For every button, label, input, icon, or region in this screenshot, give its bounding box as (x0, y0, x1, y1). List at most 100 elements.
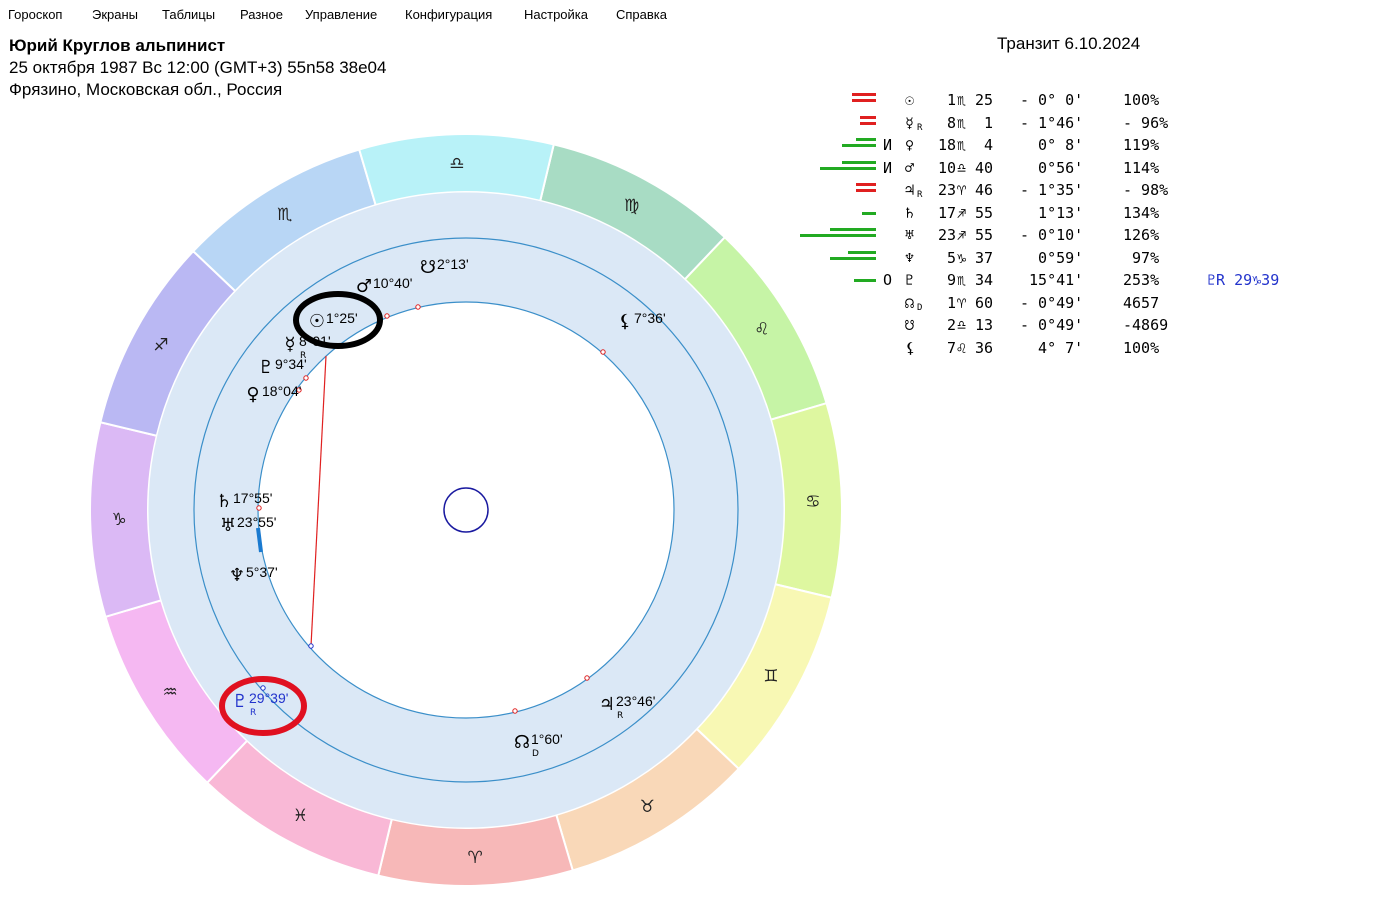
planet-row: ♅ 23 ♐ 55 - 0°10' 126% (0, 224, 1396, 246)
planet-degree: 23 (938, 181, 957, 199)
aspect-orb: 0° 8' (1020, 136, 1084, 154)
jupiter-retro-flag: R (617, 711, 623, 721)
planet-sign-icon: ♏ (957, 113, 967, 132)
uranus-position-label: 23°55' (237, 514, 276, 530)
jupiter-icon: ♃ (599, 694, 615, 715)
aspect-orb: - 1°46' (1020, 113, 1084, 132)
aspect-orb: - 0°10' (1020, 226, 1084, 244)
planet-degree: 18 (938, 136, 957, 154)
north-node-retro-flag: D (532, 749, 539, 759)
planet-sign-icon: ♎ (957, 158, 967, 177)
planet-sign-icon: ♈ (957, 181, 967, 199)
aspect-strength: 126% (1123, 226, 1160, 244)
planet-minute: 36 (975, 338, 994, 357)
aspect-orb: - 0°49' (1020, 316, 1084, 334)
planet-minute: 34 (975, 271, 994, 289)
aspect-dot (584, 675, 590, 681)
aspect-strength: 114% (1123, 158, 1160, 177)
neptune-icon: ♆ (229, 565, 245, 586)
planet-row: О ♇ 9 ♏ 34 15°41' 253% ♇R 29♑39 (0, 269, 1396, 291)
planet-sign-icon: ♐ (957, 203, 967, 222)
planet-glyph-icon: ☉ (905, 91, 915, 109)
aspect-strength: 100% (1123, 338, 1160, 357)
strength-bar (820, 166, 876, 170)
strength-bar (830, 228, 876, 231)
planet-row: ☊ D 1 ♈ 60- 0°49' 4657 (0, 292, 1396, 314)
planet-row: ♄ 17 ♐ 55 1°13' 134% (0, 202, 1396, 224)
center-circle (443, 487, 489, 533)
venus-icon: ♀ (246, 384, 259, 405)
strength-bar (860, 121, 876, 125)
strength-bar (842, 144, 876, 147)
aspect-strength: - 96% (1123, 113, 1169, 132)
transit-pluto-retro-flag: R (250, 708, 256, 718)
zodiac-glyph-taurus: ♉ (640, 797, 655, 817)
zodiac-glyph-gemini: ♊ (763, 667, 778, 687)
planet-glyph-icon: ♅ (905, 226, 915, 244)
aspect-orb: 4° 7' (1020, 338, 1084, 357)
planet-degree: 5 (938, 248, 957, 267)
planet-degree: 9 (938, 271, 957, 289)
planet-row: И ♀ 18 ♏ 4 0° 8' 119% (0, 134, 1396, 156)
planet-degree: 1 (938, 91, 957, 109)
aspect-dot (512, 708, 518, 714)
pluto-icon: ♇ (258, 357, 274, 378)
strength-bar (856, 183, 876, 186)
planet-glyph-icon: ☋ (905, 316, 915, 334)
aspect-type-mark: О (883, 271, 893, 289)
planet-minute: 37 (975, 248, 994, 267)
aspect-type-mark: И (883, 136, 893, 154)
strength-bar (842, 160, 876, 164)
aspect-orb: - 0° 0' (1020, 91, 1084, 109)
transit-planet-position: ♇R 29♑39 (1207, 271, 1280, 289)
aspect-strength: 100% (1123, 91, 1160, 109)
planet-sign-icon: ♎ (957, 316, 967, 334)
planet-degree: 23 (938, 226, 957, 244)
north-node-icon: ☊ (514, 732, 530, 753)
strength-bar (856, 138, 876, 141)
aspect-strength: 97% (1123, 248, 1160, 267)
planet-minute: 4 (975, 136, 994, 154)
zodiac-glyph-aquarius: ♒ (163, 682, 178, 702)
transit-pluto-position-label: 29°39' (249, 690, 288, 706)
planet-minute: 60 (975, 293, 994, 312)
planet-degree: 8 (938, 113, 957, 132)
planet-glyph-icon: ♀ (905, 136, 915, 154)
planet-sign-icon: ♐ (957, 226, 967, 244)
zodiac-glyph-aries: ♈ (467, 848, 482, 868)
strength-bar (854, 279, 876, 282)
aspect-orb: 1°13' (1020, 203, 1084, 222)
planet-glyph-icon: ☿ (905, 113, 915, 132)
aspect-strength: 4657 (1123, 293, 1160, 312)
planet-row: ☋ 2 ♎ 13 - 0°49' -4869 (0, 314, 1396, 336)
aspect-orb: - 1°35' (1020, 181, 1084, 199)
aspect-orb: 15°41' (1020, 271, 1084, 289)
planet-minute: 13 (975, 316, 994, 334)
planet-glyph-icon: ♂ (905, 158, 915, 177)
saturn-position-label: 17°55' (233, 490, 272, 506)
neptune-position-label: 5°37' (246, 564, 278, 580)
planet-row: ☉ 1 ♏ 25 - 0° 0' 100% (0, 89, 1396, 111)
strength-bar (852, 99, 876, 102)
aspect-strength: -4869 (1123, 316, 1169, 334)
aspect-strength: 134% (1123, 203, 1160, 222)
planet-row: ☿ R 8 ♏ 1- 1°46' - 96% (0, 112, 1396, 134)
planet-glyph-icon: ♄ (905, 203, 915, 222)
strength-bar (860, 115, 876, 119)
planet-degree: 17 (938, 203, 957, 222)
planet-minute: 40 (975, 158, 994, 177)
planet-sign-icon: ♏ (957, 91, 967, 109)
venus-position-label: 18°04' (262, 383, 301, 399)
strength-bar (848, 250, 876, 254)
planet-degree: 1 (938, 293, 957, 312)
planet-degree: 2 (938, 316, 957, 334)
zodiac-glyph-cancer: ♋ (805, 492, 820, 512)
planet-glyph-icon: ☊ (905, 293, 915, 312)
planet-glyph-icon: ♇ (905, 271, 915, 289)
planet-minute: 1 (975, 113, 994, 132)
planet-minute: 25 (975, 91, 994, 109)
planet-degree: 10 (938, 158, 957, 177)
planet-glyph-icon: ♃ (905, 181, 915, 199)
aspect-strength: - 98% (1123, 181, 1169, 199)
planet-sign-icon: ♑ (957, 248, 967, 267)
